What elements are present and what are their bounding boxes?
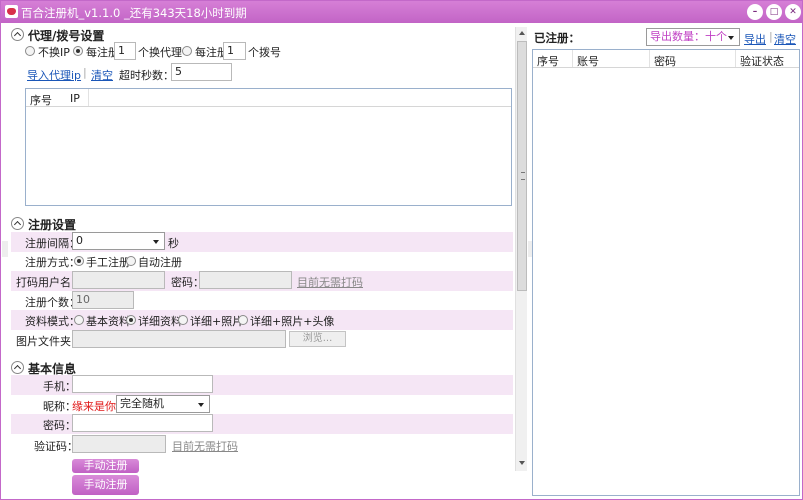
registered-col-index: 序号 (537, 55, 559, 68)
auto-register-radio[interactable] (126, 256, 136, 266)
mode-basic-label: 基本资料 (86, 315, 130, 328)
export-link[interactable]: 导出 (744, 31, 766, 47)
manual-register-button-ghost: 手动注册 (72, 459, 139, 473)
clear-proxy-link[interactable]: 清空 (91, 67, 113, 83)
mode-detail-label: 详细资料 (138, 315, 182, 328)
registered-table[interactable]: 序号 账号 密码 验证状态 (532, 49, 800, 496)
phone-input[interactable] (72, 375, 213, 393)
mode-label: 资料模式： (25, 315, 80, 328)
mode-detail-photo-radio[interactable] (178, 315, 188, 325)
manual-register-button[interactable]: 手动注册 (72, 475, 139, 495)
interval-unit: 秒 (168, 237, 179, 250)
captcha-status-link-basic[interactable]: 目前无需打码 (172, 438, 238, 454)
folder-input[interactable] (72, 330, 286, 348)
dial-radio[interactable] (182, 46, 192, 56)
change-proxy-suffix: 个换代理 (138, 46, 182, 59)
dial-suffix: 个拨号 (248, 46, 281, 59)
count-input[interactable]: 10 (72, 291, 134, 309)
browse-button[interactable]: 浏览... (289, 331, 346, 347)
close-button[interactable]: ✕ (785, 4, 801, 20)
app-window: 百合注册机_v1.1.0 _还有343天18小时到期 – □ ✕ 代理/拨号设置… (0, 0, 803, 500)
export-count-select[interactable]: 导出数量：十个 (646, 28, 740, 46)
registered-col-status: 验证状态 (740, 55, 784, 68)
interval-select[interactable]: 0 (72, 232, 165, 250)
captcha-status-link[interactable]: 目前无需打码 (297, 274, 363, 290)
minimize-button[interactable]: – (747, 4, 763, 20)
timeout-input[interactable]: 5 (171, 63, 232, 81)
title-bar: 百合注册机_v1.1.0 _还有343天18小时到期 – □ ✕ (1, 1, 802, 23)
registered-table-header: 序号 账号 密码 验证状态 (533, 50, 799, 68)
registered-col-password: 密码 (654, 55, 676, 68)
clear-registered-link[interactable]: 清空 (774, 31, 796, 47)
mode-detail-photo-avatar-label: 详细+照片+头像 (250, 315, 335, 328)
pwd-input[interactable] (72, 414, 213, 432)
register-heading: 注册设置 (28, 218, 77, 232)
mode-basic-radio[interactable] (74, 315, 84, 325)
scroll-up-icon[interactable] (519, 31, 525, 35)
dial-count-input[interactable]: 1 (223, 42, 246, 60)
left-panel-scrollbar[interactable] (515, 27, 527, 471)
collapse-register-icon[interactable] (11, 217, 24, 230)
captcha-input[interactable] (72, 435, 166, 453)
change-proxy-count-input[interactable]: 1 (114, 42, 136, 60)
captcha-user-input[interactable] (72, 271, 165, 289)
left-splitter-icon[interactable] (2, 241, 8, 257)
mode-detail-photo-avatar-radio[interactable] (238, 315, 248, 325)
nick-mode-select[interactable]: 完全随机 (116, 395, 210, 413)
proxy-col-ip: IP (70, 92, 80, 105)
app-heart-icon (5, 5, 18, 18)
proxy-table[interactable]: 序号 IP (25, 88, 512, 206)
change-proxy-radio[interactable] (73, 46, 83, 56)
registered-col-account: 账号 (577, 55, 599, 68)
collapse-proxy-icon[interactable] (11, 28, 24, 41)
scrollbar-thumb[interactable] (517, 41, 527, 291)
proxy-col-index: 序号 (30, 94, 52, 107)
registered-heading: 已注册： (534, 31, 580, 45)
window-title: 百合注册机_v1.1.0 _还有343天18小时到期 (21, 6, 247, 20)
nick-value: 缘来是你 (72, 400, 116, 413)
scroll-down-icon[interactable] (519, 461, 525, 465)
import-proxy-link[interactable]: 导入代理ip (27, 67, 81, 83)
captcha-pwd-input[interactable] (199, 271, 292, 289)
link-divider: | (83, 66, 87, 79)
mode-detail-radio[interactable] (126, 315, 136, 325)
mode-detail-photo-label: 详细+照片 (190, 315, 244, 328)
no-change-ip-radio[interactable] (25, 46, 35, 56)
proxy-table-header: 序号 IP (26, 89, 511, 107)
timeout-label: 超时秒数： (119, 69, 174, 82)
collapse-basic-icon[interactable] (11, 361, 24, 374)
manual-register-label: 手工注册 (86, 256, 130, 269)
export-divider: | (769, 30, 773, 43)
no-change-ip-label: 不换IP (38, 46, 70, 59)
auto-register-label: 自动注册 (138, 256, 182, 269)
method-label: 注册方式： (25, 256, 80, 269)
proxy-heading: 代理/拨号设置 (28, 29, 105, 43)
manual-register-radio[interactable] (74, 256, 84, 266)
maximize-button[interactable]: □ (766, 4, 782, 20)
